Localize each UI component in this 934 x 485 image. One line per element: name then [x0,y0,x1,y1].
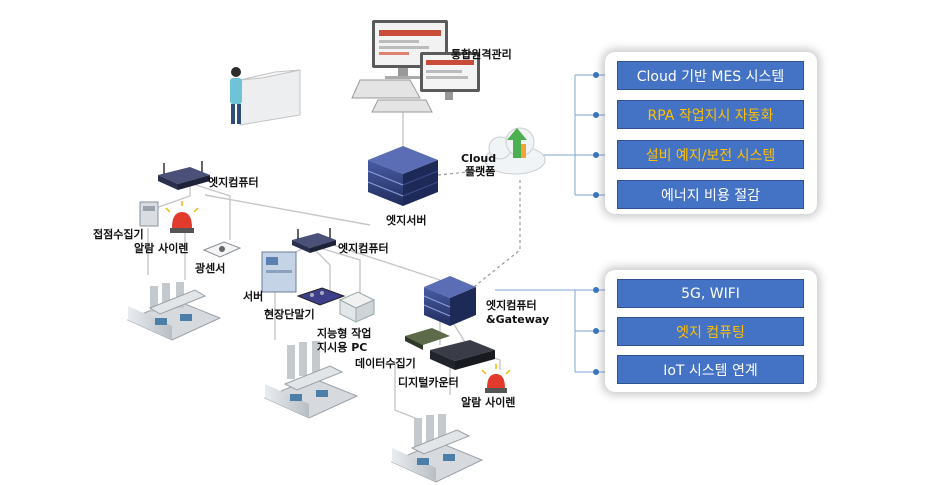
label-cloud: Cloud [461,152,497,165]
factory-icon [390,414,484,483]
connector-dots [593,72,599,375]
label-data-collector: 데이터수집기 [355,357,416,370]
alarm-siren-icon [481,364,511,393]
label-contact-collector: 접점수집기 [93,228,144,241]
top-panel-connector [495,74,605,373]
label-alarm-siren-right: 알람 사이렌 [461,396,516,409]
factory-icon [126,282,222,341]
edge-computing-button[interactable]: 엣지 컴퓨팅 [617,317,804,346]
label-edge-server: 엣지서버 [386,214,427,227]
label-edge-computer-mid: 엣지컴퓨터 [338,242,389,255]
router-icon [158,161,210,190]
predictive-maintenance-button[interactable]: 설비 예지/보전 시스템 [617,140,804,169]
light-sensor-icon [202,241,242,258]
cloud-mes-button[interactable]: Cloud 기반 MES 시스템 [617,61,804,90]
rpa-automation-button[interactable]: RPA 작업지시 자동화 [617,100,804,129]
label-server: 서버 [243,290,264,303]
field-terminal-icon [296,287,346,306]
collector-device-icon [139,201,159,227]
label-platform: 플랫폼 [465,165,496,178]
label-smart-pc-2: 지시용 PC [317,341,368,354]
label-smart-pc-1: 지능형 작업 [317,327,372,340]
label-integrated-remote: 통합원격관리 [451,48,512,61]
server-tower-icon [261,251,297,293]
label-alarm-siren-left: 알람 사이렌 [134,242,189,255]
label-light-sensor: 광센서 [195,262,226,275]
iot-integration-button[interactable]: IoT 시스템 연계 [617,355,804,384]
edge-gateway-icon [423,276,476,326]
alarm-siren-icon [165,201,199,233]
label-field-terminal: 현장단말기 [264,308,315,321]
operator-icon [230,67,301,126]
5g-wifi-button[interactable]: 5G, WIFI [617,279,804,308]
label-edge-gateway-1: 엣지컴퓨터 [486,299,537,312]
label-edge-computer-left: 엣지컴퓨터 [208,176,259,189]
edge-server-icon [367,146,439,206]
label-edge-gateway-2: &Gateway [486,313,550,326]
cloud-links [437,169,521,291]
router-icon [292,228,336,253]
pc-icon [338,291,376,323]
label-digital-counter: 디지털카운터 [398,376,459,389]
energy-saving-button[interactable]: 에너지 비용 절감 [617,180,804,209]
